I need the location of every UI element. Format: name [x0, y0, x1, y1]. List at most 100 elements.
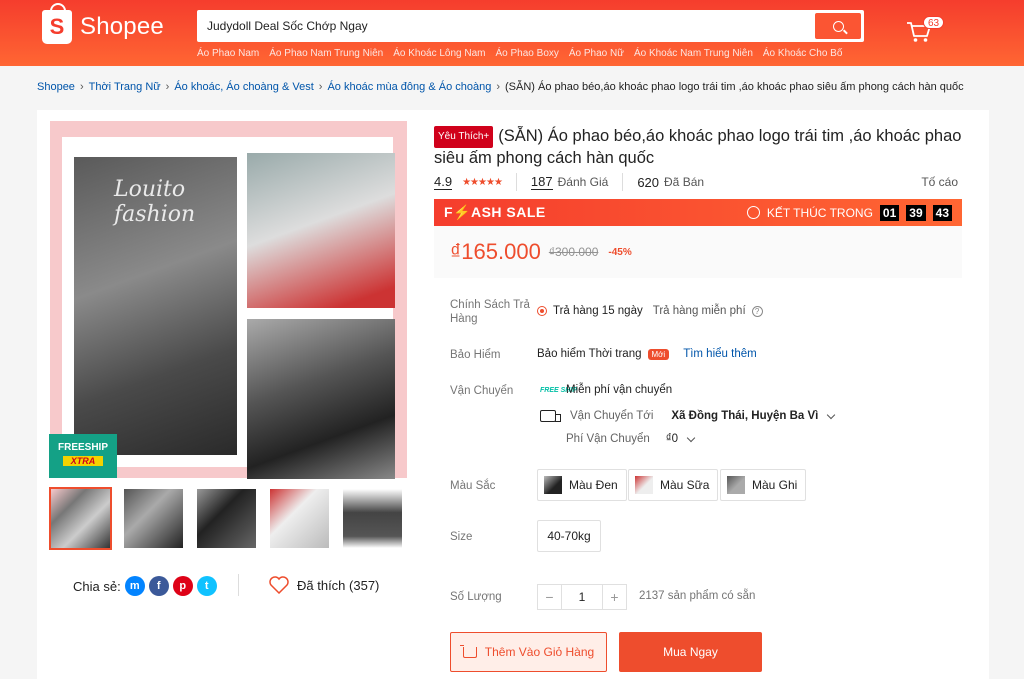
free-shipping-text: Miễn phí vận chuyển — [566, 384, 673, 396]
thumbnail[interactable] — [268, 487, 331, 550]
like-button[interactable]: Đã thích (357) — [269, 576, 379, 594]
like-count: Đã thích (357) — [297, 577, 380, 593]
suggestion-link[interactable]: Áo Phao Boxy — [496, 48, 559, 59]
breadcrumb: Shopee › Thời Trang Nữ › Áo khoác, Áo choà… — [37, 81, 964, 93]
top-header: S Shopee Áo Phao Nam Áo Phao Nam Trung N… — [0, 0, 1024, 66]
breadcrumb-link[interactable]: Shopee — [37, 81, 75, 93]
suggestion-link[interactable]: Áo Phao Nữ — [569, 48, 624, 59]
divider — [238, 574, 239, 596]
share-label: Chia sẻ: — [73, 578, 121, 594]
search-bar — [197, 10, 864, 42]
suggestion-link[interactable]: Áo Phao Nam Trung Niên — [269, 48, 383, 59]
return-icon — [537, 306, 547, 316]
suggestion-link[interactable]: Áo Khoác Cho Bố — [763, 48, 843, 59]
breadcrumb-link[interactable]: Áo khoác mùa đông & Áo choàng — [327, 81, 491, 93]
sold-label: Đã Bán — [664, 175, 705, 189]
shipping-fee-label: Phí Vận Chuyển — [566, 433, 650, 445]
variant-thumbnail — [544, 476, 562, 494]
variant-label: Màu Sữa — [660, 478, 710, 492]
logo-text: Shopee — [80, 13, 164, 40]
thumbnail[interactable] — [341, 487, 404, 550]
heart-icon — [269, 576, 289, 594]
help-icon[interactable]: ? — [751, 305, 763, 317]
increase-button[interactable]: + — [602, 584, 627, 610]
pinterest-icon[interactable]: p — [172, 576, 193, 596]
current-price: ₫165.000 — [450, 239, 541, 264]
freeship-text: FREESHIP — [57, 442, 108, 453]
breadcrumb-link[interactable]: Thời Trang Nữ — [89, 81, 161, 93]
color-option-milk[interactable]: Màu Sữa — [628, 469, 719, 501]
new-badge: Mới — [647, 348, 670, 360]
add-to-cart-label: Thêm Vào Giỏ Hàng — [484, 645, 595, 659]
buy-now-button[interactable]: Mua Ngay — [619, 632, 762, 672]
shopee-bag-icon: S — [42, 3, 72, 44]
countdown-seconds: 43 — [932, 204, 952, 221]
quantity-input[interactable]: 1 — [562, 584, 602, 610]
color-option-black[interactable]: Màu Đen — [537, 469, 627, 501]
size-option[interactable]: 40-70kg — [537, 520, 601, 552]
favorite-badge: Yêu Thích+ — [434, 126, 494, 148]
breadcrumb-current: (SẴN) Áo phao béo,áo khoác phao logo trá… — [505, 81, 964, 93]
breadcrumb-link[interactable]: Áo khoác, Áo choàng & Vest — [174, 81, 313, 93]
ship-to-location[interactable]: Xã Đồng Thái, Huyện Ba Vì — [671, 410, 818, 422]
variant-thumbnail — [727, 476, 745, 494]
discount-badge: -45% — [608, 246, 632, 258]
twitter-icon[interactable]: t — [196, 576, 217, 596]
ship-to-label: Vận Chuyển Tới — [570, 410, 654, 422]
shopee-logo[interactable]: S Shopee — [42, 3, 164, 44]
free-ship-icon: FREE SHIP — [540, 386, 577, 394]
color-label: Màu Sắc — [450, 480, 496, 492]
product-photo: Louito fashion — [74, 157, 237, 455]
learn-more-link[interactable]: Tìm hiểu thêm — [683, 348, 757, 360]
reviews-label: Đánh Giá — [557, 175, 609, 189]
chevron-down-icon[interactable] — [827, 410, 836, 419]
search-button[interactable] — [815, 13, 861, 39]
sold-count: 620 — [637, 174, 660, 190]
thumbnail[interactable] — [122, 487, 185, 550]
truck-icon — [540, 410, 561, 422]
search-input[interactable] — [201, 13, 801, 39]
thumbnail[interactable] — [195, 487, 258, 550]
price-box: ₫165.000 ₫300.000 -45% — [434, 226, 962, 278]
decrease-button[interactable]: − — [537, 584, 562, 610]
chevron-right-icon: › — [79, 81, 84, 93]
search-suggestions: Áo Phao Nam Áo Phao Nam Trung Niên Áo Kh… — [197, 48, 842, 59]
chevron-right-icon: › — [496, 81, 501, 93]
suggestion-link[interactable]: Áo Khoác Lông Nam — [393, 48, 485, 59]
size-label: Size — [450, 531, 473, 543]
color-option-gray[interactable]: Màu Ghi — [720, 469, 807, 501]
messenger-icon[interactable]: m — [124, 576, 145, 596]
original-price: ₫300.000 — [548, 245, 599, 259]
divider — [515, 173, 517, 191]
title-text: (SẴN) Áo phao béo,áo khoác phao logo trá… — [434, 127, 962, 167]
suggestion-link[interactable]: Áo Khoác Nam Trung Niên — [634, 48, 753, 59]
freeship-xtra-badge: FREESHIP XTRA — [49, 434, 117, 478]
return-policy-label: Chính Sách Trả Hàng — [450, 299, 530, 325]
suggestion-link[interactable]: Áo Phao Nam — [197, 48, 259, 59]
watermark-text: Louito fashion — [114, 177, 196, 227]
chevron-right-icon: › — [318, 81, 323, 93]
facebook-icon[interactable]: f — [148, 576, 169, 596]
shipping-label: Vận Chuyển — [450, 385, 514, 397]
flash-sale-bar: F⚡ASH SALE KẾT THÚC TRONG 01 39 43 — [434, 199, 962, 226]
main-product-image[interactable]: Louito fashion — [50, 121, 407, 479]
rating-value[interactable]: 4.9 — [434, 174, 453, 190]
shipping-fee-value[interactable]: ₫0 — [666, 433, 678, 445]
add-to-cart-button[interactable]: Thêm Vào Giỏ Hàng — [450, 632, 607, 672]
product-photo — [247, 319, 395, 479]
reviews-count[interactable]: 187 — [530, 174, 553, 190]
insurance-value: Bảo hiểm Thời trang Mới Tìm hiểu thêm — [537, 348, 757, 360]
thumbnail-strip — [49, 487, 404, 550]
thumbnail[interactable] — [49, 487, 112, 550]
report-link[interactable]: Tố cáo — [921, 175, 958, 189]
variant-thumbnail — [635, 476, 653, 494]
quantity-label: Số Lượng — [450, 591, 502, 603]
share-row: Chia sẻ: m f p t — [73, 576, 217, 596]
flash-sale-title: F⚡ASH SALE — [444, 204, 546, 220]
countdown: KẾT THÚC TRONG 01 39 43 — [746, 204, 952, 221]
product-photo — [247, 153, 395, 308]
return-policy-value: Trả hàng 15 ngày Trả hàng miễn phí ? — [537, 305, 763, 317]
countdown-hours: 01 — [879, 204, 900, 221]
divider — [622, 173, 624, 191]
chevron-down-icon[interactable] — [686, 433, 696, 442]
